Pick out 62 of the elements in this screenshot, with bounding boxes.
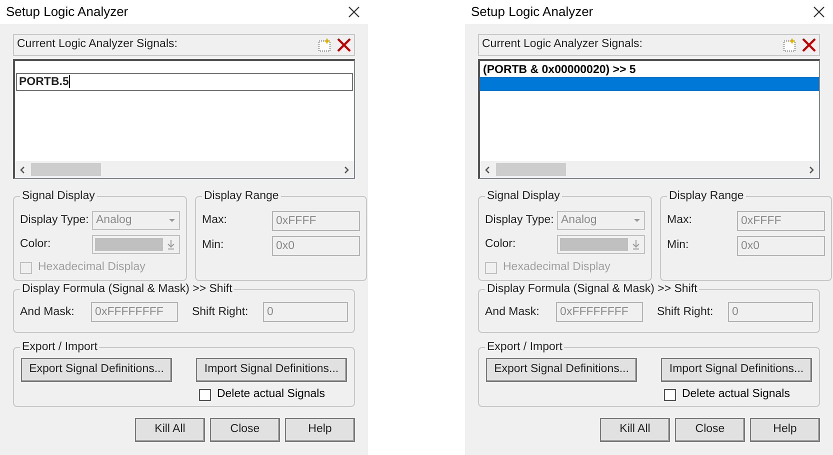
scroll-thumb[interactable] xyxy=(496,163,566,176)
checkbox[interactable] xyxy=(20,262,32,274)
dialog-button[interactable]: Import Signal Definitions... xyxy=(196,358,347,382)
field-label: Color: xyxy=(485,236,517,252)
dialog-button[interactable]: Close xyxy=(675,418,745,442)
close-icon[interactable] xyxy=(813,6,825,18)
close-icon[interactable] xyxy=(348,6,360,18)
delete-icon[interactable] xyxy=(336,37,352,53)
color-dropdown[interactable] xyxy=(92,235,180,254)
group-title: Display Formula (Signal & Mask) >> Shift xyxy=(485,281,700,297)
window-title: Setup Logic Analyzer xyxy=(471,3,594,22)
checkbox-label: Hexadecimal Display xyxy=(38,260,146,275)
scroll-left-icon xyxy=(484,166,492,174)
dialog-button[interactable]: Close xyxy=(210,418,280,442)
color-dropdown[interactable] xyxy=(557,235,645,254)
signal-item[interactable] xyxy=(480,77,819,91)
field-label: Shift Right: xyxy=(192,305,250,320)
scroll-thumb[interactable] xyxy=(31,163,101,176)
scroll-right-icon xyxy=(342,166,350,174)
scrollbar[interactable] xyxy=(15,161,354,178)
group-title: Export / Import xyxy=(485,339,564,355)
signal-input[interactable]: PORTB.5 xyxy=(16,73,353,91)
dialog-button[interactable]: Help xyxy=(285,418,355,442)
field-label: Max: xyxy=(202,213,228,228)
field-label: And Mask: xyxy=(20,305,76,320)
new-item-icon[interactable] xyxy=(782,37,798,53)
dropdown-icon xyxy=(630,238,642,251)
checkbox-label: Delete actual Signals xyxy=(216,387,325,402)
field-label: Display Type: xyxy=(485,212,555,228)
signals-label: Current Logic Analyzer Signals: xyxy=(17,37,178,52)
group-title: Display Formula (Signal & Mask) >> Shift xyxy=(20,281,234,297)
dialog-button[interactable]: Kill All xyxy=(135,418,205,442)
dialog-button[interactable]: Export Signal Definitions... xyxy=(21,358,172,382)
group-title: Display Range xyxy=(202,188,281,204)
field-label: Min: xyxy=(202,238,225,254)
group-title: Display Range xyxy=(667,188,746,204)
window-title: Setup Logic Analyzer xyxy=(6,3,128,22)
dialog-button[interactable]: Kill All xyxy=(600,418,670,442)
group-title: Export / Import xyxy=(20,339,100,355)
field-label: Max: xyxy=(667,213,693,228)
checkbox[interactable] xyxy=(664,388,676,401)
field-label: Display Type: xyxy=(20,212,90,228)
checkbox[interactable] xyxy=(198,388,211,401)
scrollbar[interactable] xyxy=(480,161,819,178)
checkbox-label: Hexadecimal Display xyxy=(503,260,610,275)
dropdown-icon xyxy=(165,238,177,251)
field-label: Color: xyxy=(20,236,52,252)
signals-label: Current Logic Analyzer Signals: xyxy=(482,37,642,52)
scroll-left-icon xyxy=(19,166,27,174)
dialog-button[interactable]: Help xyxy=(750,418,820,442)
group-title: Signal Display xyxy=(485,188,562,204)
dialog-button[interactable]: Import Signal Definitions... xyxy=(661,358,812,382)
field-label: And Mask: xyxy=(485,305,540,320)
checkbox[interactable] xyxy=(485,262,497,274)
field-label: Min: xyxy=(667,238,690,254)
field-label: Shift Right: xyxy=(656,305,714,320)
dialog-button[interactable]: Export Signal Definitions... xyxy=(486,358,637,382)
group-title: Signal Display xyxy=(20,188,97,204)
scroll-right-icon xyxy=(807,166,815,174)
new-item-icon[interactable] xyxy=(317,37,333,53)
delete-icon[interactable] xyxy=(801,37,817,53)
checkbox-label: Delete actual Signals xyxy=(682,387,790,402)
